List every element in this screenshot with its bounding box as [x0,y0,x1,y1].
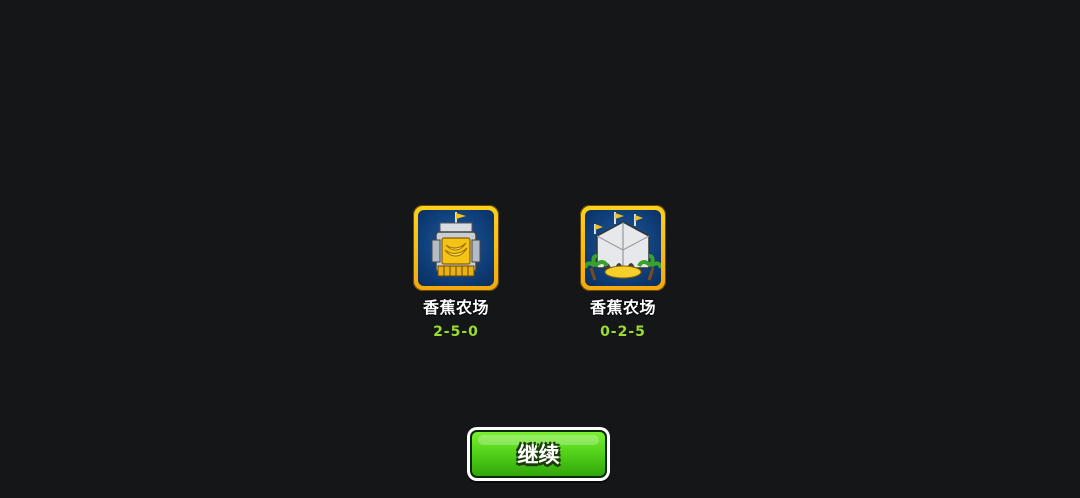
tower-card-0: 香蕉农场 2-5-0 [391,205,521,345]
continue-button-label: 继续 [517,443,560,467]
continue-button-face[interactable]: 继续 [470,430,607,478]
tower-upgrade-path: 2-5-0 [433,324,479,340]
tower-name: 香蕉农场 [422,298,489,317]
banana-farm-bank-icon [413,205,499,291]
banana-farm-marketplace-icon [580,205,666,291]
continue-button[interactable]: 继续 [467,427,610,481]
tower-upgrade-path: 0-2-5 [600,324,646,340]
tower-card-1: 香蕉农场 0-2-5 [558,205,688,345]
tower-name: 香蕉农场 [589,298,656,317]
